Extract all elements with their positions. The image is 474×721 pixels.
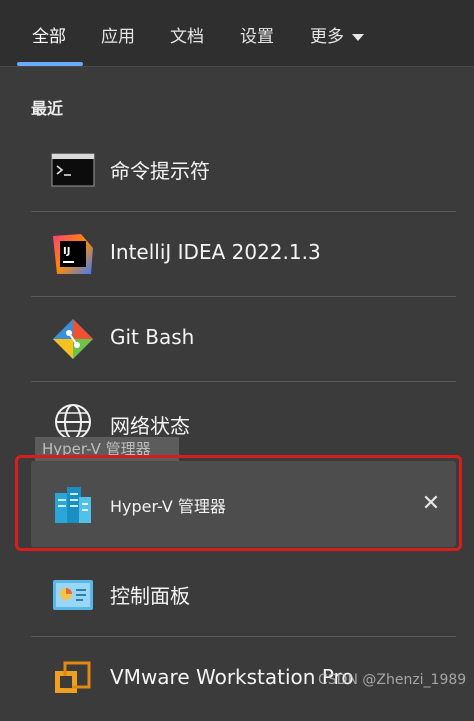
list-item-git-bash[interactable]: Git Bash — [31, 297, 456, 381]
list-item-control-panel[interactable]: 控制面板 — [31, 552, 456, 636]
list-item-label: IntelliJ IDEA 2022.1.3 — [110, 240, 321, 264]
list-item-hyperv[interactable]: Hyper-V 管理器 ✕ — [31, 461, 456, 547]
tab-more-label: 更多 — [310, 27, 344, 47]
list-item-intellij[interactable]: IJ IntelliJ IDEA 2022.1.3 — [31, 212, 456, 296]
tab-documents[interactable]: 文档 — [170, 22, 204, 47]
list-item-label: Hyper-V 管理器 — [110, 497, 226, 516]
active-tab-indicator — [17, 62, 83, 66]
vmware-icon — [51, 657, 95, 701]
list-item-label: 命令提示符 — [110, 159, 210, 183]
chevron-down-icon — [352, 33, 364, 41]
tab-more[interactable]: 更多 — [310, 22, 364, 47]
svg-text:IJ: IJ — [63, 246, 70, 257]
list-item-label: Git Bash — [110, 325, 195, 349]
intellij-icon: IJ — [51, 232, 95, 276]
tooltip: Hyper-V 管理器 — [35, 437, 179, 461]
tab-settings[interactable]: 设置 — [240, 22, 274, 47]
git-icon — [51, 317, 95, 361]
hyperv-icon — [51, 483, 95, 527]
control-panel-icon — [51, 572, 95, 616]
tab-apps[interactable]: 应用 — [101, 22, 135, 47]
cmd-icon — [51, 147, 95, 191]
list-item-cmd[interactable]: 命令提示符 — [31, 127, 456, 211]
watermark: CSDN @Zhenzi_1989 — [318, 672, 467, 688]
close-icon[interactable]: ✕ — [419, 492, 443, 516]
tab-all[interactable]: 全部 — [32, 22, 66, 47]
search-tab-bar: 全部 应用 文档 设置 更多 — [0, 0, 474, 67]
section-title-recent: 最近 — [31, 99, 64, 118]
list-item-label: 控制面板 — [110, 584, 190, 608]
list-item-label: 网络状态 — [110, 414, 190, 438]
